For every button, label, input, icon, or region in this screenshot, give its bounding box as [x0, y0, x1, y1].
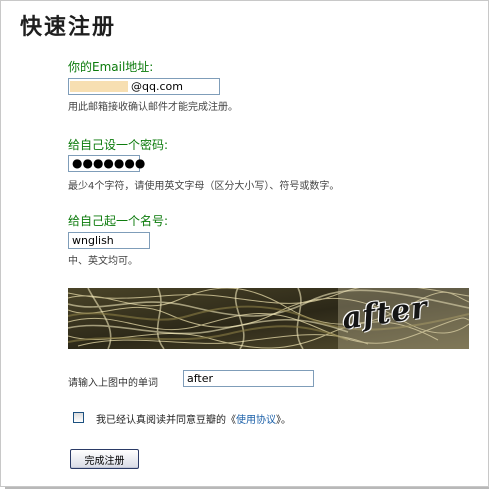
complete-registration-button[interactable]: 完成注册 — [70, 449, 139, 469]
page-title: 快速注册 — [20, 14, 117, 40]
agreement-prefix: 我已经认真阅读并同意豆瓣的《 — [96, 415, 236, 426]
terms-link[interactable]: 使用协议 — [236, 415, 276, 426]
email-label: 你的Email地址: — [68, 60, 154, 74]
captcha-label: 请输入上图中的单词 — [68, 378, 158, 389]
captcha-input[interactable]: after — [183, 370, 314, 387]
email-hint: 用此邮箱接收确认邮件才能完成注册。 — [68, 102, 238, 113]
email-domain-text: @qq.com — [131, 80, 183, 93]
nickname-label: 给自己起一个名号: — [68, 214, 169, 228]
password-field[interactable]: ●●●●●●● — [68, 155, 145, 172]
password-hint: 最少4个字符，请使用英文字母（区分大小写）、符号或数字。 — [68, 181, 340, 192]
captcha-image: after — [68, 288, 469, 349]
nickname-field[interactable]: wnglish — [68, 232, 150, 249]
agreement-suffix: 》。 — [276, 415, 291, 426]
email-field[interactable]: @qq.com — [68, 78, 220, 95]
agreement-text: 我已经认真阅读并同意豆瓣的《使用协议》。 — [96, 411, 291, 426]
agree-checkbox[interactable] — [73, 412, 84, 423]
page-frame: 快速注册 你的Email地址: @qq.com 用此邮箱接收确认邮件才能完成注册… — [0, 0, 489, 489]
nickname-hint: 中、英文均可。 — [68, 256, 138, 267]
email-masked-part — [70, 81, 128, 92]
password-label: 给自己设一个密码: — [68, 138, 169, 152]
